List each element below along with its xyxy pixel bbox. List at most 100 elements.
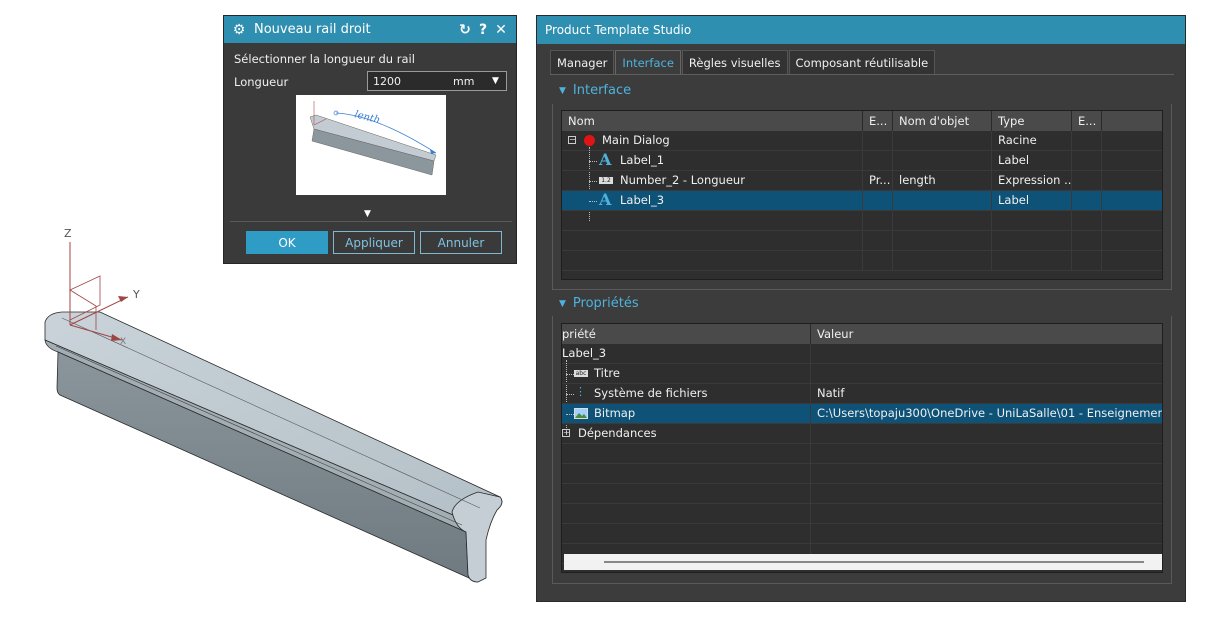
length-unit[interactable]: mm	[453, 75, 492, 88]
table-row[interactable]: Bitmap C:\Users\topaju300\OneDrive - Uni…	[562, 404, 1162, 424]
collapse-triangle-icon[interactable]: ▼	[559, 299, 566, 309]
row-name: Label_1	[614, 151, 863, 171]
gear-icon[interactable]: ⚙	[230, 22, 248, 38]
collapse-triangle-icon[interactable]: ▼	[559, 86, 566, 96]
empty-cell	[811, 504, 1162, 524]
scrollbar-thumb[interactable]	[604, 561, 1144, 563]
table-header: Nom E... Nom d'objet Type E...	[562, 111, 1162, 131]
empty-cell	[893, 211, 992, 231]
row-type: Label	[992, 151, 1072, 171]
table-row	[562, 251, 1162, 271]
empty-cell	[811, 464, 1162, 484]
table-row[interactable]: 1.2 Number_2 - Longueur Pr... length Exp…	[562, 171, 1162, 191]
empty-cell	[863, 211, 893, 231]
dialog-title: Nouveau rail droit	[254, 22, 371, 37]
properties-table: priété Valeur Label_3 abc Titre ⋮ Systèm…	[561, 323, 1163, 573]
tab-manager[interactable]: Manager	[550, 50, 615, 75]
row-e2	[1072, 151, 1102, 171]
divider	[550, 74, 1174, 75]
column-header[interactable]: priété	[562, 324, 811, 344]
cancel-button[interactable]: Annuler	[420, 231, 502, 254]
ok-button[interactable]: OK	[246, 231, 328, 254]
empty-cell	[1072, 211, 1102, 231]
table-row[interactable]: − Main Dialog Racine	[562, 131, 1162, 151]
table-row	[562, 524, 1162, 544]
image-icon	[574, 408, 588, 419]
tree-connector	[589, 201, 597, 202]
column-header[interactable]: Nom d'objet	[893, 111, 992, 131]
y-axis-label: Y	[132, 288, 140, 301]
reset-icon[interactable]: ↻	[456, 22, 474, 38]
tab-interface[interactable]: Interface	[615, 50, 681, 75]
row-e2	[1072, 171, 1102, 191]
interface-tree-table: Nom E... Nom d'objet Type E... − Main Di…	[561, 110, 1163, 280]
empty-cell	[562, 484, 811, 504]
prop-name: Label_3	[562, 344, 811, 364]
properties-section-header[interactable]: ▼ Propriétés	[559, 296, 639, 311]
column-header[interactable]: E...	[863, 111, 893, 131]
tree-connector	[566, 374, 574, 375]
number-field-icon: 1.2	[599, 177, 613, 184]
row-object	[893, 131, 992, 151]
table-row[interactable]: A Label_1 Label	[562, 150, 1162, 171]
preview-annotation: lenth	[353, 109, 381, 126]
apply-button[interactable]: Appliquer	[333, 231, 415, 254]
list-icon: ⋮	[575, 385, 586, 398]
prop-value: Natif	[811, 384, 1162, 404]
row-type: Label	[992, 191, 1072, 211]
empty-cell	[811, 484, 1162, 504]
empty-cell	[562, 524, 811, 544]
column-header[interactable]: Type	[992, 111, 1072, 131]
empty-cell	[863, 231, 893, 251]
prop-name: Dépendances	[572, 424, 811, 444]
row-name: Main Dialog	[596, 131, 863, 151]
chevron-down-icon[interactable]: ▼	[492, 76, 506, 86]
row-e: Pr...	[863, 171, 893, 191]
tab-visual-rules[interactable]: Règles visuelles	[681, 50, 788, 75]
interface-heading: Interface	[572, 83, 632, 98]
table-row	[562, 464, 1162, 484]
length-field[interactable]: 1200 mm ▼	[367, 71, 507, 91]
product-template-studio: Product Template Studio Manager Interfac…	[536, 15, 1186, 602]
horizontal-scrollbar[interactable]	[564, 554, 1162, 570]
label-icon: A	[599, 190, 612, 209]
row-e2	[1072, 131, 1102, 151]
close-icon[interactable]: ✕	[492, 22, 510, 38]
table-row	[562, 504, 1162, 524]
empty-cell	[562, 444, 811, 464]
empty-cell	[811, 444, 1162, 464]
row-name: Label_3	[614, 191, 863, 211]
rail-model[interactable]	[44, 311, 503, 583]
empty-cell	[992, 211, 1072, 231]
root-dialog-icon	[584, 135, 595, 146]
z-axis-label: Z	[64, 227, 72, 240]
empty-cell	[1072, 231, 1102, 251]
table-row[interactable]: A Label_3 Label	[562, 190, 1162, 211]
dialog-titlebar[interactable]: ⚙ Nouveau rail droit ↻ ? ✕	[224, 16, 516, 43]
empty-cell	[992, 251, 1072, 271]
column-header[interactable]: Nom	[562, 111, 863, 131]
expand-icon[interactable]: +	[562, 429, 570, 437]
table-row[interactable]: ⋮ Système de fichiers Natif	[562, 384, 1162, 404]
tab-reusable-component[interactable]: Composant réutilisable	[788, 50, 936, 75]
table-row	[562, 211, 1162, 231]
table-header: priété Valeur	[562, 324, 1162, 344]
table-row[interactable]: + Dépendances	[562, 424, 1162, 444]
table-row	[562, 231, 1162, 251]
column-header[interactable]: Valeur	[811, 324, 1162, 344]
empty-cell	[863, 251, 893, 271]
empty-cell	[562, 504, 811, 524]
expand-arrow-icon[interactable]: ▼	[364, 209, 371, 219]
interface-section-header[interactable]: ▼ Interface	[559, 83, 631, 98]
table-row	[562, 484, 1162, 504]
table-row[interactable]: abc Titre	[562, 364, 1162, 384]
length-value[interactable]: 1200	[368, 75, 453, 88]
table-row[interactable]: Label_3	[562, 344, 1162, 364]
collapse-icon[interactable]: −	[568, 136, 576, 144]
prop-name: Bitmap	[588, 404, 811, 424]
prop-value	[811, 424, 1162, 444]
table-row	[562, 444, 1162, 464]
column-header[interactable]: E...	[1072, 111, 1102, 131]
help-icon[interactable]: ?	[474, 22, 492, 38]
empty-cell	[562, 464, 811, 484]
